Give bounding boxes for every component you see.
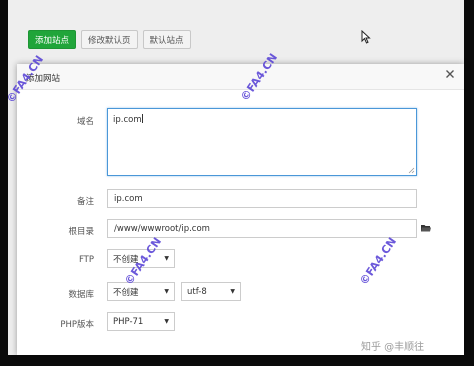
site-toolbar: 添加站点 修改默认页 默认站点 xyxy=(28,30,191,49)
domain-textarea[interactable]: ip.com xyxy=(107,108,417,176)
zhihu-credit: 知乎 @丰顺往 xyxy=(361,342,425,353)
database-label: 数据库 xyxy=(68,290,94,300)
modify-default-page-button[interactable]: 修改默认页 xyxy=(81,30,138,49)
db-charset-selected-value: utf-8 xyxy=(187,286,207,297)
chevron-down-icon: ▼ xyxy=(230,288,235,295)
note-value: ip.com xyxy=(114,193,143,204)
chevron-down-icon: ▼ xyxy=(164,288,169,295)
text-caret xyxy=(141,114,143,123)
add-site-button[interactable]: 添加站点 xyxy=(28,30,76,49)
folder-icon[interactable] xyxy=(421,224,431,232)
mouse-cursor-icon xyxy=(361,30,371,44)
chevron-down-icon: ▼ xyxy=(164,318,169,325)
note-input[interactable]: ip.com xyxy=(107,189,417,208)
php-version-select[interactable]: PHP-71 ▼ xyxy=(107,312,175,331)
root-dir-label: 根目录 xyxy=(68,227,94,237)
database-selected-value: 不创建 xyxy=(113,287,139,298)
resize-grip-icon[interactable] xyxy=(408,167,415,174)
default-site-button[interactable]: 默认站点 xyxy=(142,30,191,49)
db-charset-select[interactable]: utf-8 ▼ xyxy=(181,282,241,301)
ftp-label: FTP xyxy=(78,255,94,265)
domain-value: ip.com xyxy=(113,115,142,125)
php-version-label: PHP版本 xyxy=(60,320,94,330)
database-select[interactable]: 不创建 ▼ xyxy=(107,282,175,301)
dialog-header: 添加网站 xyxy=(17,64,464,90)
root-dir-value: /www/wwwroot/ip.com xyxy=(114,223,210,234)
note-label: 备注 xyxy=(76,197,94,207)
add-site-dialog: 添加网站 域名 ip.com 备注 ip.com 根目录 /www/wwwroo… xyxy=(17,64,464,355)
domain-label: 域名 xyxy=(76,117,94,127)
php-version-selected-value: PHP-71 xyxy=(113,316,144,327)
chevron-down-icon: ▼ xyxy=(164,255,169,262)
close-icon[interactable] xyxy=(444,68,456,80)
